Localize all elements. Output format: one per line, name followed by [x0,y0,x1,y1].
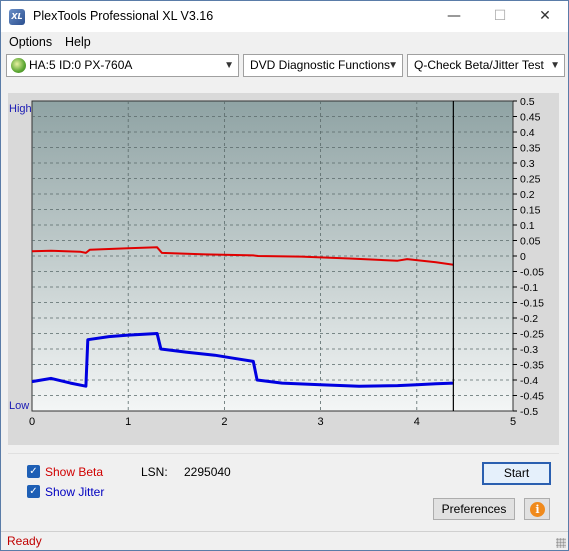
y-high-label: High [9,103,32,115]
x-tick-label: 0 [29,416,35,428]
chevron-down-icon: ▼ [224,60,234,71]
lsn-value: 2295040 [184,465,231,479]
options-panel: ✓ Show Beta ✓ Show Jitter LSN: 2295040 S… [8,453,559,527]
app-logo-icon: XL [9,9,25,25]
y-tick-label: 0.1 [520,220,535,232]
chart-panel: 0 1 2 3 4 5 0.5 0.45 0.4 0.35 0.3 0.25 0.2 0.15 0.1 0.0… [8,93,559,445]
y-low-label: Low [9,400,29,412]
y-tick-label: -0.5 [520,406,538,418]
y-tick-label: 0.05 [520,236,541,248]
y-tick-label: -0.15 [520,298,544,310]
y-tick-label: 0.2 [520,189,535,201]
show-jitter-label[interactable]: Show Jitter [45,485,104,499]
y-tick-label: 0.4 [520,127,535,139]
info-button[interactable]: i [524,498,550,520]
y-tick-label: -0.35 [520,360,544,372]
x-tick-label: 3 [318,416,324,428]
minimize-button[interactable]: — [431,1,477,32]
function-select-value: DVD Diagnostic Functions [250,58,391,72]
menu-bar: Options Help [1,32,568,52]
y-tick-label: -0.05 [520,267,544,279]
start-button[interactable]: Start [482,462,551,485]
x-tick-label: 5 [510,416,516,428]
y-tick-label: -0.45 [520,391,544,403]
x-tick-label: 2 [221,416,227,428]
status-bar: Ready [1,531,568,550]
function-select[interactable]: DVD Diagnostic Functions ▼ [243,54,403,77]
y-tick-label: 0.35 [520,143,541,155]
y-tick-label: 0.25 [520,174,541,186]
y-tick-label: 0.45 [520,112,541,124]
show-beta-label[interactable]: Show Beta [45,465,103,479]
x-tick-label: 4 [414,416,420,428]
window-title: PlexTools Professional XL V3.16 [33,9,214,23]
y-tick-label: -0.3 [520,344,538,356]
y-tick-label: 0 [520,251,526,263]
y-tick-label: -0.4 [520,375,538,387]
close-button[interactable]: ✕ [522,1,568,32]
y-tick-label: -0.1 [520,282,538,294]
info-icon: i [530,502,545,517]
y-tick-label: 0.5 [520,96,535,108]
drive-select[interactable]: HA:5 ID:0 PX-760A ▼ [6,54,239,77]
x-tick-label: 1 [125,416,131,428]
chevron-down-icon: ▼ [550,60,560,71]
resize-grip-icon[interactable] [556,538,566,548]
test-select[interactable]: Q-Check Beta/Jitter Test ▼ [407,54,565,77]
beta-jitter-chart: 0 1 2 3 4 5 0.5 0.45 0.4 0.35 0.3 0.25 0.2 0.15 0.1 0.0… [9,96,544,428]
show-beta-checkbox[interactable]: ✓ [27,465,40,478]
test-select-value: Q-Check Beta/Jitter Test [414,58,544,72]
show-jitter-checkbox[interactable]: ✓ [27,485,40,498]
y-tick-label: 0.3 [520,158,535,170]
maximize-button[interactable]: ☐ [477,1,523,32]
preferences-button[interactable]: Preferences [433,498,515,520]
lsn-label: LSN: [141,465,168,479]
app-window: XL PlexTools Professional XL V3.16 — ☐ ✕… [0,0,569,551]
title-bar[interactable]: XL PlexTools Professional XL V3.16 — ☐ ✕ [1,1,568,32]
menu-options[interactable]: Options [9,35,52,49]
toolbar: HA:5 ID:0 PX-760A ▼ DVD Diagnostic Funct… [1,52,568,79]
menu-help[interactable]: Help [65,35,91,49]
status-text: Ready [7,534,42,548]
drive-select-value: HA:5 ID:0 PX-760A [29,58,133,72]
chevron-down-icon: ▼ [388,60,398,71]
disc-drive-icon [11,58,26,73]
y-tick-label: -0.25 [520,329,544,341]
y-tick-label: -0.2 [520,313,538,325]
y-tick-label: 0.15 [520,205,541,217]
